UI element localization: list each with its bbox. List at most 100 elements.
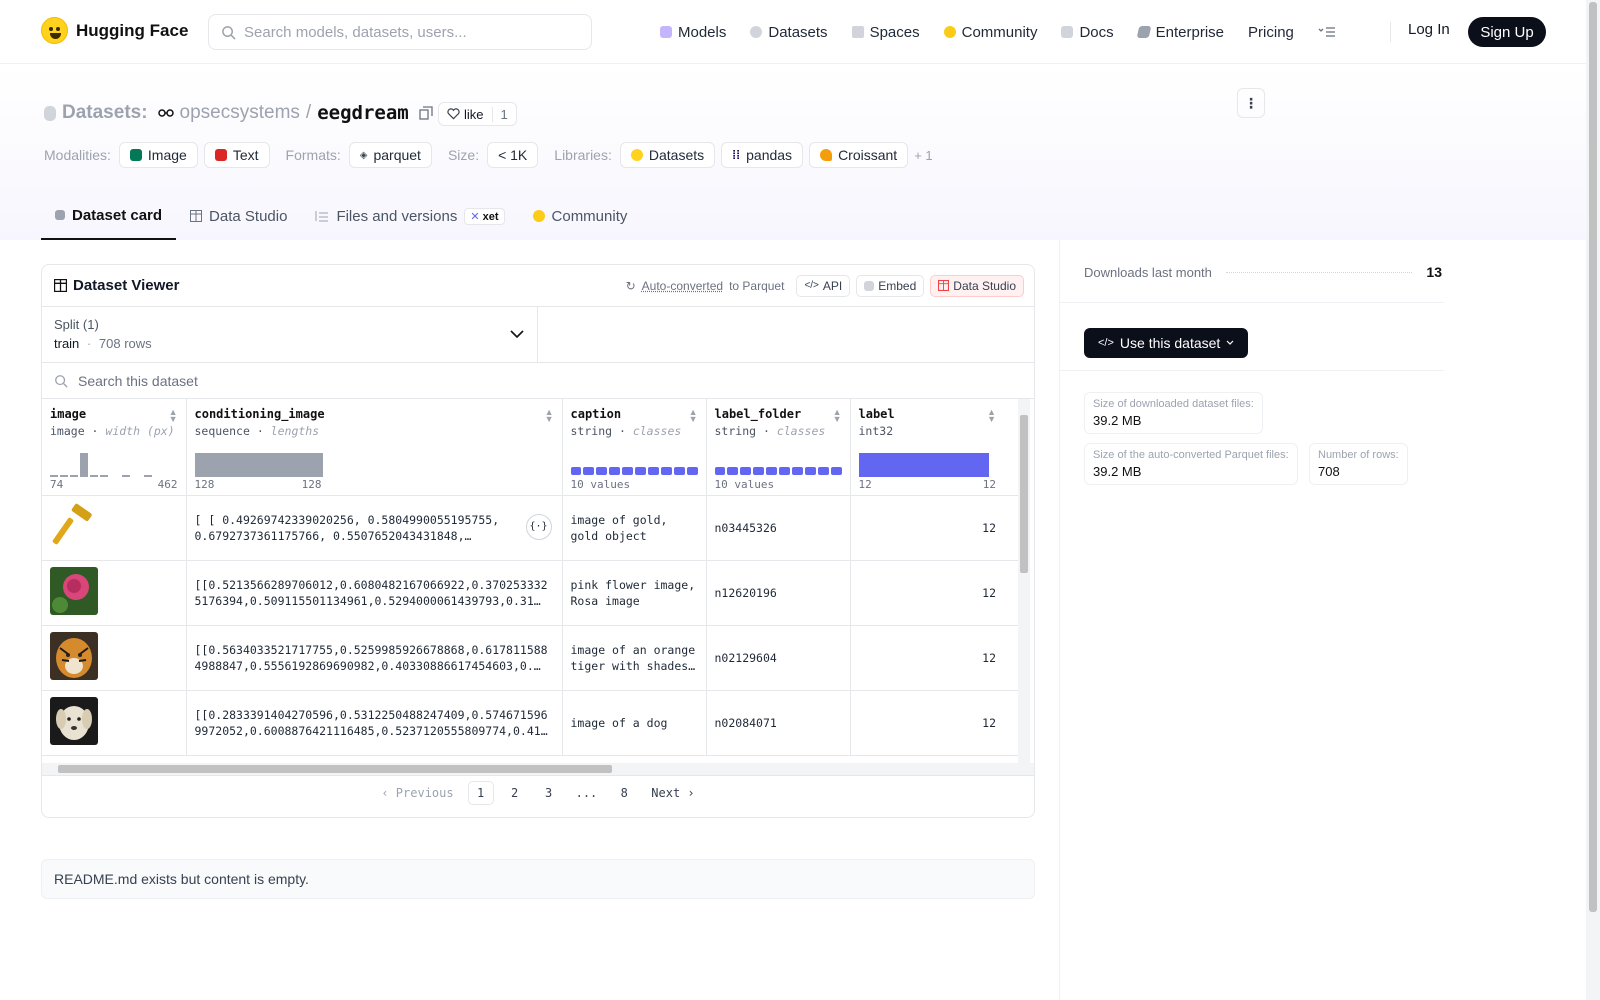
breadcrumb-org[interactable]: opsecsystems — [180, 102, 300, 124]
tiger-thumbnail[interactable] — [50, 632, 98, 680]
nav-enterprise-label: Enterprise — [1155, 23, 1225, 41]
sort-icon[interactable]: ▲ ▼ — [689, 408, 698, 424]
nav-pricing[interactable]: Pricing — [1248, 24, 1294, 41]
embed-button[interactable]: Embed — [856, 274, 925, 297]
spaces-icon — [851, 26, 864, 38]
column-image[interactable]: image image · width (px) ▲ ▼ 74 462 — [42, 399, 187, 496]
more-options-button[interactable]: ⋮ — [1237, 88, 1265, 118]
sort-icon[interactable]: ▲ ▼ — [987, 408, 996, 424]
tag-datasets-lib[interactable]: Datasets — [619, 142, 716, 168]
cell-image[interactable] — [42, 625, 187, 691]
tab-community[interactable]: Community — [519, 192, 642, 240]
tab-data-studio[interactable]: Data Studio — [176, 192, 301, 240]
tab-dataset-card[interactable]: Dataset card — [41, 192, 177, 240]
use-dataset-button[interactable]: </> Use this dataset — [1084, 328, 1249, 358]
scrollbar-thumb[interactable] — [58, 765, 612, 773]
tag-pandas[interactable]: ⁞⁞ pandas — [721, 142, 804, 168]
auto-converted-link[interactable]: Auto-converted — [642, 279, 723, 293]
page-button[interactable]: 2 — [502, 781, 528, 805]
column-caption[interactable]: caption string · classes ▲ ▼ 10 values — [562, 399, 707, 496]
cell-label[interactable]: 12 — [850, 560, 1018, 626]
page-button[interactable]: 1 — [467, 780, 494, 805]
tag-image[interactable]: Image — [118, 142, 198, 168]
scrollbar-thumb[interactable] — [1589, 2, 1597, 912]
json-view-icon[interactable]: {·} — [525, 513, 552, 540]
dataset-name[interactable]: eegdream — [317, 102, 409, 124]
nav-enterprise[interactable]: Enterprise — [1136, 23, 1225, 41]
cell-conditioning-image[interactable]: [[0.5634033521717755,0.5259985926678868,… — [186, 625, 563, 691]
next-page-button[interactable]: Next › — [645, 781, 700, 805]
xet-badge: ✕ xet — [464, 207, 505, 225]
cell-image[interactable] — [42, 495, 187, 561]
cell-label[interactable]: 12 — [850, 690, 1018, 756]
login-link[interactable]: Log In — [1408, 21, 1450, 38]
sort-icon[interactable]: ▲ ▼ — [545, 408, 554, 424]
tag-croissant[interactable]: Croissant — [809, 142, 909, 168]
global-search[interactable] — [208, 14, 592, 50]
nav-spaces[interactable]: Spaces — [851, 24, 920, 41]
split-selector[interactable]: Split (1) train · 708 rows — [42, 307, 538, 362]
previous-page-button[interactable]: ‹ Previous — [375, 781, 459, 805]
datasets-icon — [44, 105, 56, 121]
more-tags-link[interactable]: + 1 — [914, 148, 932, 163]
tag-text[interactable]: Text — [203, 142, 270, 168]
table-row[interactable]: [ [ 0.49269742339020256, 0.5804990055195… — [42, 495, 1018, 561]
cell-image[interactable] — [42, 690, 187, 756]
cell-label-folder[interactable]: n02084071 — [706, 690, 851, 756]
table-row[interactable]: [[0.2833391404270596,0.5312250488247409,… — [42, 690, 1018, 756]
razor-thumbnail[interactable] — [50, 502, 98, 550]
column-label-folder[interactable]: label_folder string · classes ▲ ▼ 10 valu… — [706, 399, 851, 496]
dog-thumbnail[interactable] — [50, 697, 98, 745]
table-row[interactable]: [[0.5213566289706012,0.6080482167066922,… — [42, 560, 1018, 626]
page-scrollbar[interactable] — [1586, 0, 1600, 1000]
cell-label[interactable]: 12 — [850, 625, 1018, 691]
dataset-search[interactable] — [42, 363, 1034, 399]
page-button[interactable]: 3 — [536, 781, 562, 805]
nav-datasets[interactable]: Datasets — [750, 24, 828, 41]
cell-conditioning-image[interactable]: [[0.2833391404270596,0.5312250488247409,… — [186, 690, 563, 756]
cell-conditioning-image[interactable]: [ [ 0.49269742339020256, 0.5804990055195… — [186, 495, 563, 561]
cell-caption[interactable]: image of a dog — [562, 690, 707, 756]
cell-label[interactable]: 12 — [850, 495, 1018, 561]
brand-logo[interactable]: Hugging Face — [41, 17, 188, 44]
cell-label-folder[interactable]: n03445326 — [706, 495, 851, 561]
cell-label-folder[interactable]: n12620196 — [706, 560, 851, 626]
page-button[interactable]: 8 — [611, 781, 637, 805]
api-button[interactable]: </> API — [796, 274, 851, 297]
nav-models[interactable]: Models — [660, 24, 726, 41]
nav-more-menu[interactable] — [1318, 26, 1336, 38]
tag-parquet[interactable]: ◈ parquet — [348, 142, 432, 168]
cell-caption[interactable]: image of an orange tiger with shades… — [562, 625, 707, 691]
next-page-label: Next — [651, 785, 681, 800]
tag-size[interactable]: < 1K — [487, 142, 539, 168]
rose-thumbnail[interactable] — [50, 567, 98, 615]
sort-icon[interactable]: ▲ ▼ — [833, 408, 842, 424]
downloads-label: Downloads last month — [1084, 264, 1212, 280]
split-row: Split (1) train · 708 rows — [42, 307, 1034, 363]
table-row[interactable]: [[0.5634033521717755,0.5259985926678868,… — [42, 625, 1018, 691]
breadcrumb-section[interactable]: Datasets: — [62, 102, 148, 124]
copy-icon[interactable] — [419, 106, 433, 120]
cell-conditioning-image[interactable]: [[0.5213566289706012,0.6080482167066922,… — [186, 560, 563, 626]
cell-image[interactable] — [42, 560, 187, 626]
signup-button[interactable]: Sign Up — [1468, 17, 1546, 47]
cell-caption[interactable]: image of gold, gold object — [562, 495, 707, 561]
cell-caption[interactable]: pink flower image, Rosa image — [562, 560, 707, 626]
table-vertical-scrollbar[interactable] — [1018, 399, 1030, 775]
cell-label-folder[interactable]: n02129604 — [706, 625, 851, 691]
data-studio-button[interactable]: Data Studio — [930, 274, 1024, 297]
sort-icon[interactable]: ▲ ▼ — [169, 408, 178, 424]
tab-files[interactable]: Files and versions ✕ xet — [301, 192, 518, 240]
histogram-bar — [858, 452, 989, 477]
column-conditioning-image[interactable]: conditioning_image sequence · lengths ▲ ▼… — [186, 399, 563, 496]
chevron-left-icon: ‹ — [381, 785, 396, 800]
like-button[interactable]: like 1 — [438, 102, 517, 126]
table-horizontal-scrollbar[interactable] — [42, 763, 1034, 775]
dataset-search-input[interactable] — [78, 372, 578, 389]
nav-docs[interactable]: Docs — [1061, 24, 1114, 41]
column-label[interactable]: label int32 ▲ ▼ 12 12 — [850, 399, 1018, 496]
scrollbar-thumb[interactable] — [1020, 415, 1028, 573]
hugging-face-icon — [630, 149, 643, 161]
global-search-input[interactable] — [244, 23, 574, 41]
nav-community[interactable]: Community — [943, 24, 1037, 41]
